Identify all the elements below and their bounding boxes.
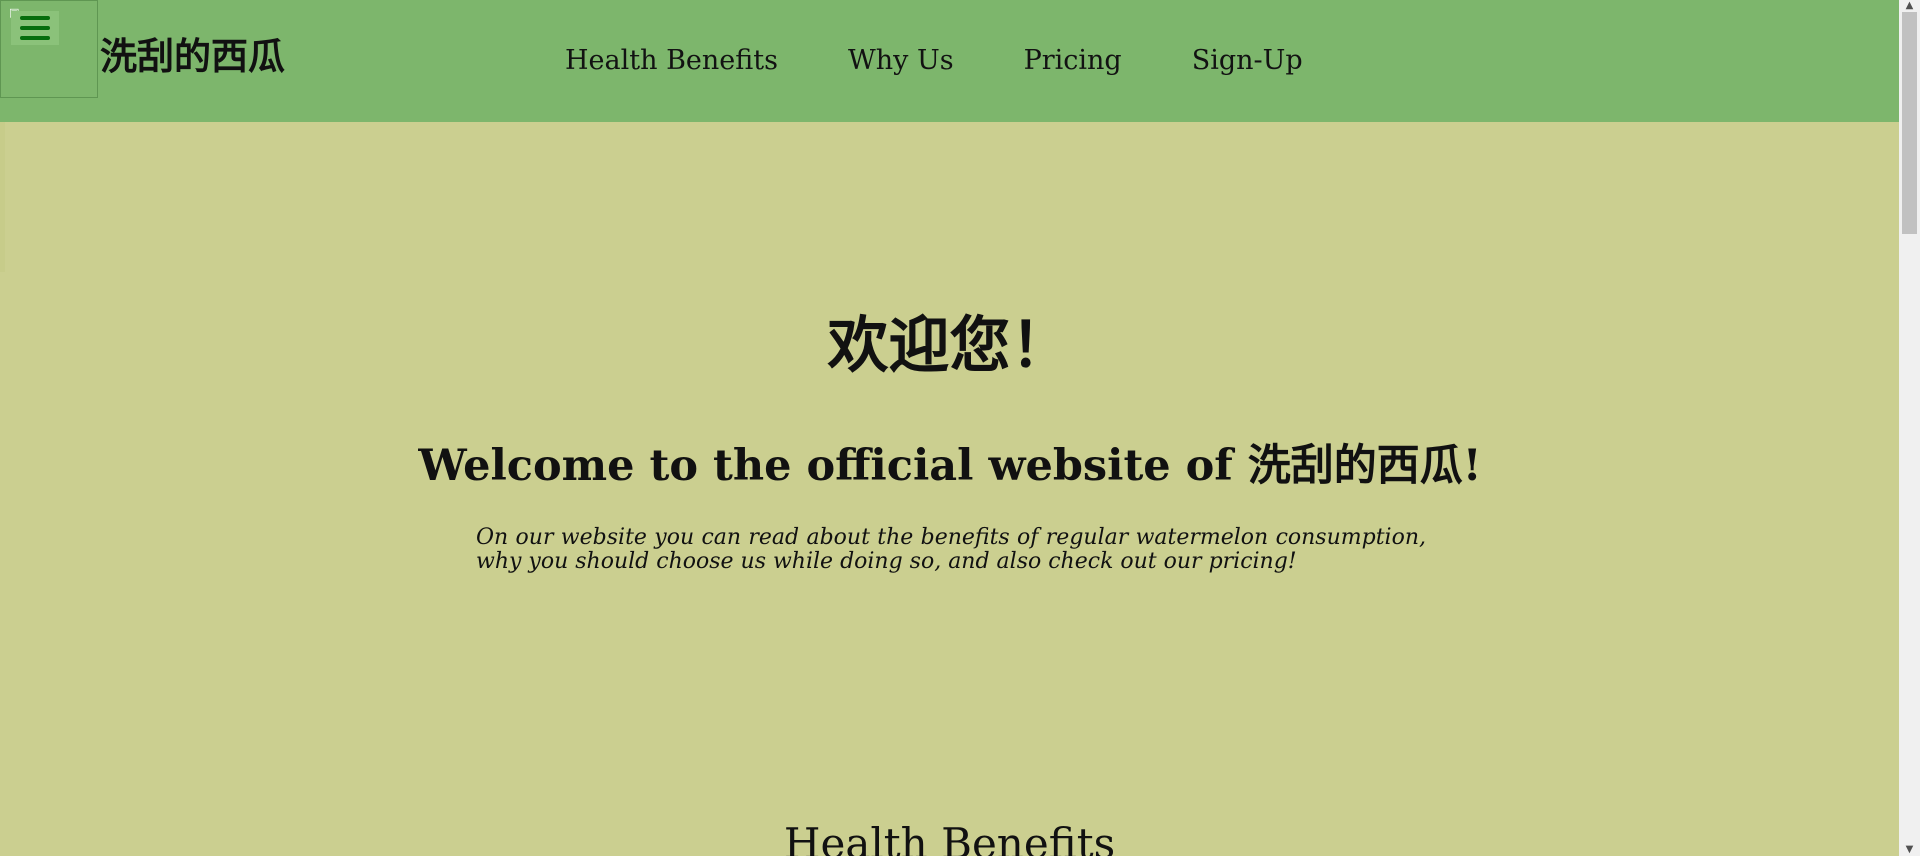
page-scrollbar[interactable]: ▲ ▼	[1899, 0, 1920, 856]
hero-title: 欢迎您！	[827, 310, 1072, 381]
main-navigation: Health Benefits Why Us Pricing Sign-Up	[565, 38, 1303, 84]
scroll-up-arrow-icon[interactable]: ▲	[1899, 0, 1920, 12]
scroll-down-arrow-icon[interactable]: ▼	[1899, 844, 1920, 856]
hero-description: On our website you can read about the be…	[476, 525, 1426, 574]
site-brand: 洗刮的西瓜	[100, 35, 285, 78]
site-header: ▣ 洗刮的西瓜 Health Benefits Why Us Pricing S…	[0, 0, 1899, 122]
hamburger-menu-button[interactable]	[11, 11, 59, 45]
nav-pricing[interactable]: Pricing	[1024, 38, 1122, 84]
health-benefits-heading: Health Benefits	[783, 819, 1116, 856]
hamburger-menu-icon-line	[20, 16, 50, 20]
hamburger-menu-icon-line	[20, 26, 50, 30]
nav-sign-up[interactable]: Sign-Up	[1192, 38, 1303, 84]
nav-why-us[interactable]: Why Us	[848, 38, 954, 84]
nav-health-benefits[interactable]: Health Benefits	[565, 38, 778, 84]
page-edge-decoration	[0, 122, 5, 272]
logo-area: ▣	[0, 0, 98, 98]
hamburger-menu-icon-line	[20, 36, 50, 40]
hero-subtitle: Welcome to the official website of 洗刮的西瓜…	[418, 441, 1482, 491]
scrollbar-thumb[interactable]	[1902, 12, 1917, 234]
